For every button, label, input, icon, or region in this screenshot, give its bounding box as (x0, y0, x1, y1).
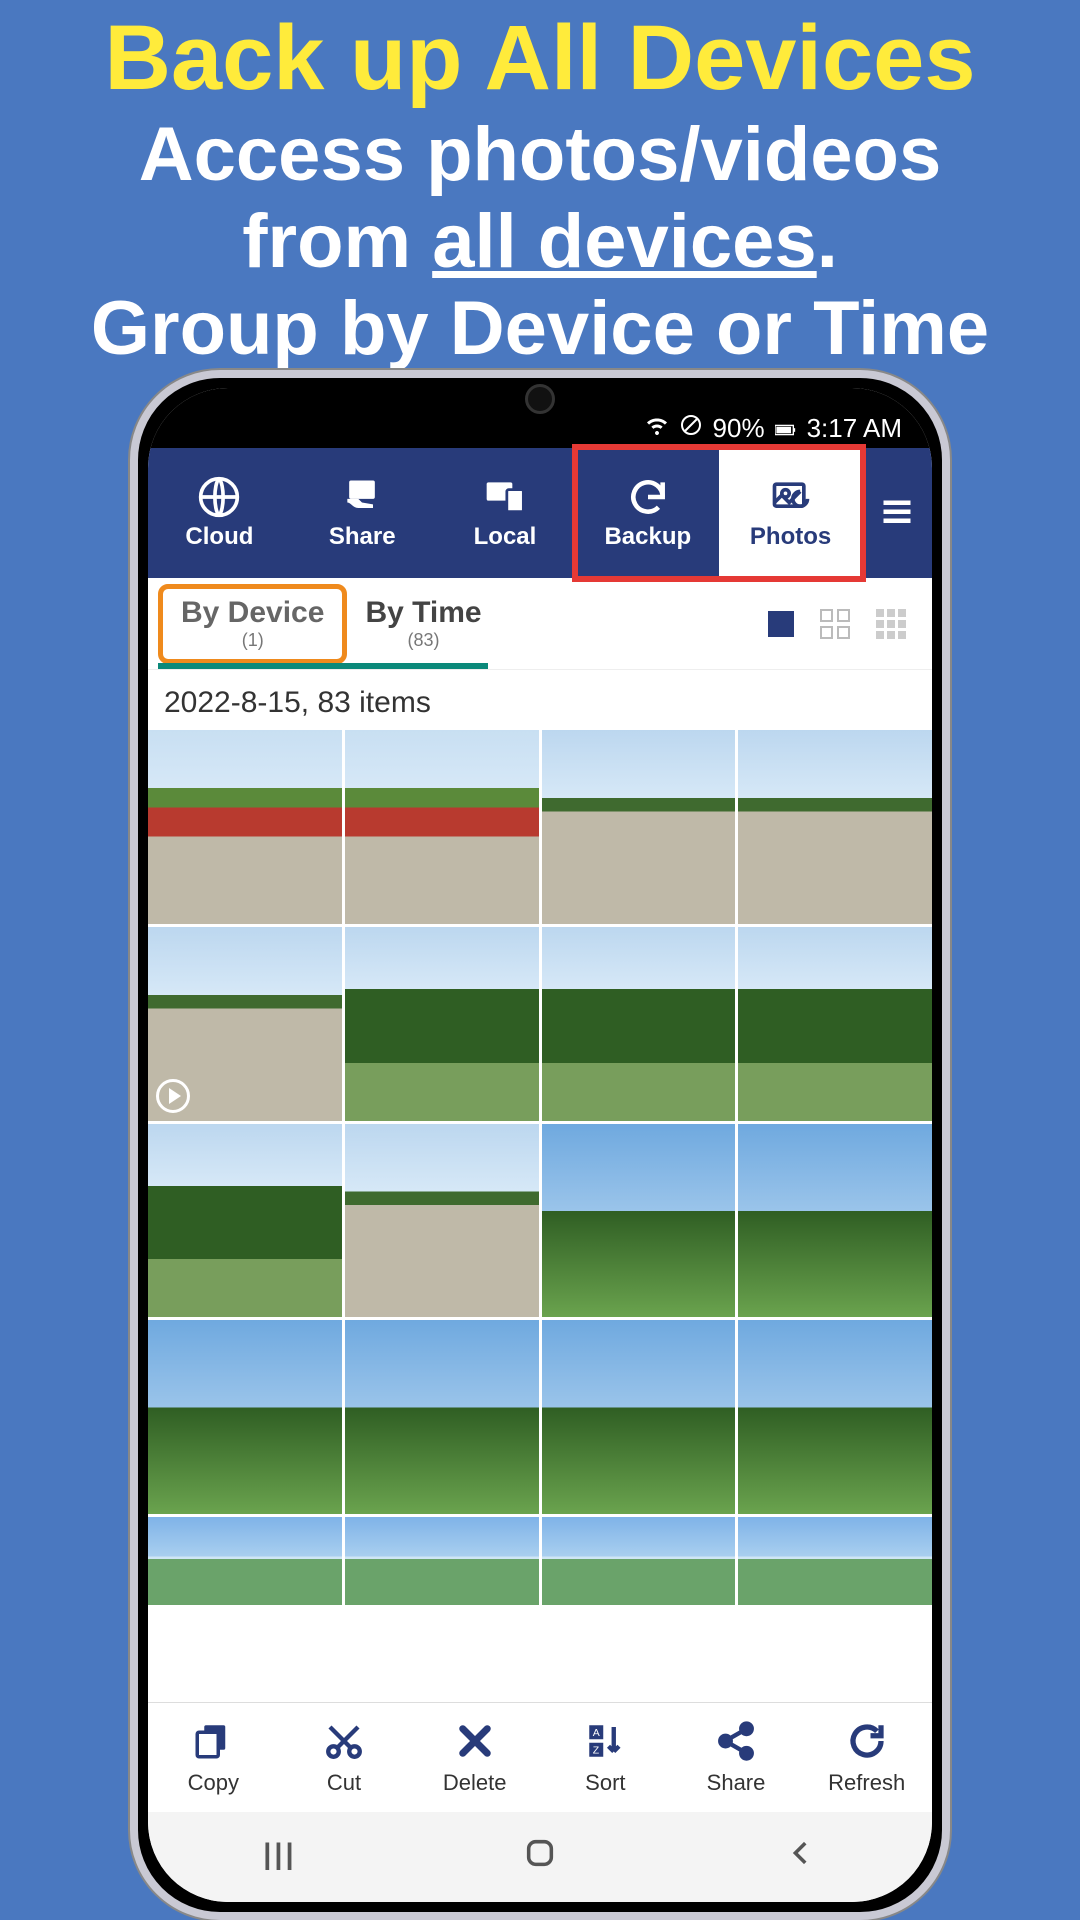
scissors-icon (323, 1720, 365, 1768)
android-nav-bar: III (148, 1812, 932, 1902)
tab-local-label: Local (474, 523, 537, 551)
action-refresh[interactable]: Refresh (801, 1703, 932, 1812)
tab-cloud-label: Cloud (185, 523, 253, 551)
filter-by-time[interactable]: By Time (83) (347, 584, 499, 664)
action-copy-label: Copy (188, 1770, 239, 1796)
photo-thumbnail[interactable] (148, 1517, 342, 1605)
svg-text:A: A (593, 1726, 600, 1738)
photo-thumbnail[interactable] (345, 927, 539, 1121)
hamburger-icon (879, 493, 915, 534)
view-grid2-icon[interactable] (820, 609, 850, 639)
photo-thumbnail[interactable] (148, 1124, 342, 1318)
photo-thumbnail[interactable] (345, 730, 539, 924)
promo-line1b-underline: all devices (432, 199, 817, 284)
promo-title: Back up All Devices (20, 10, 1060, 107)
photo-thumbnail[interactable] (148, 730, 342, 924)
active-underline (158, 663, 488, 669)
devices-icon (483, 475, 527, 519)
photo-thumbnail[interactable] (738, 1517, 932, 1605)
action-delete-label: Delete (443, 1770, 507, 1796)
photo-thumbnail[interactable] (542, 1517, 736, 1605)
delete-icon (454, 1720, 496, 1768)
filter-row: By Device (1) By Time (83) (148, 578, 932, 670)
photo-thumbnail[interactable] (738, 927, 932, 1121)
sync-icon (626, 475, 670, 519)
phone-screen: 90% 3:17 AM Cloud Share (148, 388, 932, 1902)
filter-by-device[interactable]: By Device (1) (158, 584, 347, 664)
battery-percent: 90% (713, 413, 765, 444)
refresh-icon (846, 1720, 888, 1768)
tab-backup[interactable]: Backup (576, 448, 719, 578)
photo-thumbnail[interactable] (345, 1517, 539, 1605)
promo-line1b-suffix: . (817, 199, 838, 284)
play-icon (156, 1079, 190, 1113)
do-not-disturb-icon (679, 413, 703, 444)
section-title: 2022-8-15, 83 items (148, 670, 932, 730)
action-cut-label: Cut (327, 1770, 361, 1796)
filter-by-time-count: (83) (408, 630, 440, 651)
filter-by-device-label: By Device (181, 596, 324, 630)
copy-icon (192, 1720, 234, 1768)
action-copy[interactable]: Copy (148, 1703, 279, 1812)
photo-thumbnail[interactable] (542, 1320, 736, 1514)
tab-photos[interactable]: Photos (719, 448, 862, 578)
share-icon (715, 1720, 757, 1768)
bottom-action-bar: Copy Cut Delete AZ Sort Share Refresh (148, 1702, 932, 1812)
svg-text:Z: Z (593, 1744, 600, 1756)
photo-thumbnail[interactable] (542, 1124, 736, 1318)
filter-by-time-label: By Time (365, 596, 481, 630)
view-single-icon[interactable] (768, 611, 794, 637)
promo-line2: Group by Device or Time (91, 286, 989, 371)
tab-backup-label: Backup (604, 523, 691, 551)
photo-thumbnail[interactable] (738, 1320, 932, 1514)
photo-thumbnail[interactable] (738, 1124, 932, 1318)
action-sort[interactable]: AZ Sort (540, 1703, 671, 1812)
view-mode-icons (768, 609, 922, 639)
sort-icon: AZ (584, 1720, 626, 1768)
hand-share-icon (340, 475, 384, 519)
tab-cloud[interactable]: Cloud (148, 448, 291, 578)
phone-frame: 90% 3:17 AM Cloud Share (130, 370, 950, 1920)
promo-line1a: Access photos/videos (139, 112, 942, 197)
photo-thumbnail[interactable] (345, 1320, 539, 1514)
phone-camera-notch (525, 384, 555, 414)
action-refresh-label: Refresh (828, 1770, 905, 1796)
photo-grid (148, 730, 932, 1605)
battery-icon (775, 413, 797, 444)
view-grid3-icon[interactable] (876, 609, 906, 639)
globe-icon (197, 475, 241, 519)
action-cut[interactable]: Cut (279, 1703, 410, 1812)
tab-share-label: Share (329, 523, 396, 551)
status-time: 3:17 AM (807, 413, 902, 444)
video-thumbnail[interactable] (148, 927, 342, 1121)
wifi-icon (645, 413, 669, 444)
action-share[interactable]: Share (671, 1703, 802, 1812)
nav-home-icon[interactable] (523, 1835, 557, 1880)
hamburger-menu-button[interactable] (862, 448, 932, 578)
promo-line1b-prefix: from (242, 199, 432, 284)
tab-photos-label: Photos (750, 523, 831, 551)
nav-recents-icon[interactable]: III (262, 1835, 295, 1880)
filter-by-device-count: (1) (242, 630, 264, 651)
tab-local[interactable]: Local (434, 448, 577, 578)
photo-thumbnail[interactable] (345, 1124, 539, 1318)
promo-subtitle: Access photos/videos from all devices. G… (20, 111, 1060, 373)
action-share-label: Share (707, 1770, 766, 1796)
action-sort-label: Sort (585, 1770, 625, 1796)
promo-header: Back up All Devices Access photos/videos… (0, 0, 1080, 373)
tab-share[interactable]: Share (291, 448, 434, 578)
action-delete[interactable]: Delete (409, 1703, 540, 1812)
photo-thumbnail[interactable] (148, 1320, 342, 1514)
nav-back-icon[interactable] (784, 1835, 818, 1880)
photos-icon (769, 475, 813, 519)
top-toolbar: Cloud Share Local Backup (148, 448, 932, 578)
photo-thumbnail[interactable] (542, 927, 736, 1121)
photo-thumbnail[interactable] (542, 730, 736, 924)
photo-thumbnail[interactable] (738, 730, 932, 924)
